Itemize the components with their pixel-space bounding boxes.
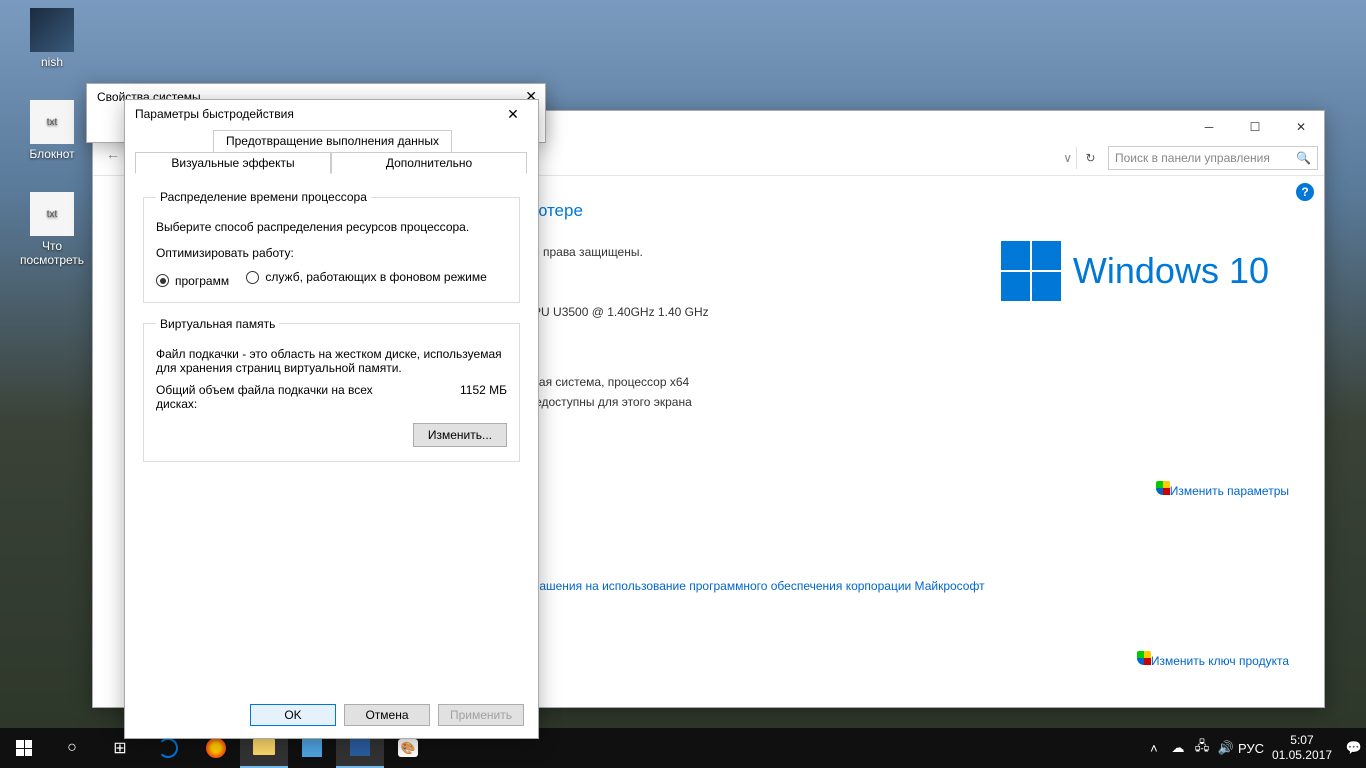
tray-chevron-up-icon[interactable]: ˄ [1142,741,1166,756]
change-key-link[interactable]: Изменить ключ продукта [1137,651,1289,668]
apply-button: Применить [438,704,524,726]
radio-label: служб, работающих в фоновом режиме [265,270,486,284]
radio-label: программ [175,274,229,288]
close-button[interactable]: ✕ [1278,112,1324,141]
group-legend: Виртуальная память [156,317,279,331]
windows-wordmark: Windows 10 [1073,250,1269,292]
search-icon: 🔍 [1296,151,1311,165]
desktop-icon-watch[interactable]: txt Что посмотреть [14,192,90,267]
tray-network-icon[interactable]: 🖧 [1190,737,1214,759]
help-icon[interactable]: ? [1296,183,1314,201]
change-params-link[interactable]: Изменить параметры [1156,481,1289,498]
tray-time: 5:07 [1272,733,1332,748]
group-legend: Распределение времени процессора [156,190,371,204]
icon-label: nish [14,55,90,69]
refresh-button[interactable]: ↻ [1076,147,1104,169]
text-file-icon: txt [30,192,74,236]
cancel-button[interactable]: Отмена [344,704,430,726]
edge-icon [158,738,178,758]
folder-icon [253,739,275,755]
close-button[interactable]: ✕ [498,106,528,123]
tab-dep[interactable]: Предотвращение выполнения данных [213,130,452,152]
tray-onedrive-icon[interactable]: ☁ [1166,740,1190,756]
icon-label: Блокнот [14,147,90,161]
windows-icon [1001,241,1061,301]
radio-programs[interactable]: программ [156,274,229,288]
minimize-button[interactable]: ─ [1186,112,1232,141]
dialog-title: Параметры быстродействия [135,107,294,121]
app-icon [302,739,322,757]
tray-notifications-icon[interactable]: 💬 [1342,740,1366,756]
dialog-button-row: OK Отмена Применить [250,704,524,726]
text-file-icon: txt [30,100,74,144]
optimize-label: Оптимизировать работу: [156,246,507,260]
firefox-icon [206,738,226,758]
performance-options-dialog: Параметры быстродействия ✕ Предотвращени… [124,99,539,739]
vm-total-label: Общий объем файла подкачки на всех диска… [156,383,386,411]
titlebar[interactable]: Параметры быстродействия ✕ [125,100,538,128]
ok-button[interactable]: OK [250,704,336,726]
desktop-icon-nish[interactable]: nish [14,8,90,69]
virtual-memory-group: Виртуальная память Файл подкачки - это о… [143,317,520,462]
shield-icon [1156,481,1170,495]
windows-logo: Windows 10 [1001,241,1269,301]
desktop-icon-notepad[interactable]: txt Блокнот [14,100,90,161]
cortana-search-icon[interactable]: ○ [48,728,96,768]
tab-visual-effects[interactable]: Визуальные эффекты [135,152,331,174]
shield-icon [1137,651,1151,665]
tray-volume-icon[interactable]: 🔊 [1214,740,1238,756]
search-input[interactable]: Поиск в панели управления 🔍 [1108,146,1318,170]
app-icon [350,738,370,756]
start-button[interactable] [0,728,48,768]
search-placeholder: Поиск в панели управления [1115,151,1270,165]
paint-icon: 🎨 [398,739,418,757]
maximize-button[interactable]: ☐ [1232,112,1278,141]
change-vm-button[interactable]: Изменить... [413,423,507,447]
tray-clock[interactable]: 5:07 01.05.2017 [1262,733,1342,763]
cpu-scheduling-group: Распределение времени процессора Выберит… [143,190,520,303]
tab-advanced[interactable]: Дополнительно [331,152,527,174]
folder-thumb-icon [30,8,74,52]
vm-description: Файл подкачки - это область на жестком д… [156,347,507,375]
vm-size-value: 1152 МБ [460,383,507,411]
tray-date: 01.05.2017 [1272,748,1332,763]
icon-label: Что посмотреть [14,239,90,267]
tray-language[interactable]: РУС [1238,741,1262,756]
radio-services[interactable]: служб, работающих в фоновом режиме [246,270,486,284]
back-button[interactable]: ← [99,146,127,170]
cpu-caption: Выберите способ распределения ресурсов п… [156,220,507,234]
tab-strip: Предотвращение выполнения данных Визуаль… [135,130,528,174]
system-tray: ˄ ☁ 🖧 🔊 РУС 5:07 01.05.2017 💬 [1142,728,1366,768]
